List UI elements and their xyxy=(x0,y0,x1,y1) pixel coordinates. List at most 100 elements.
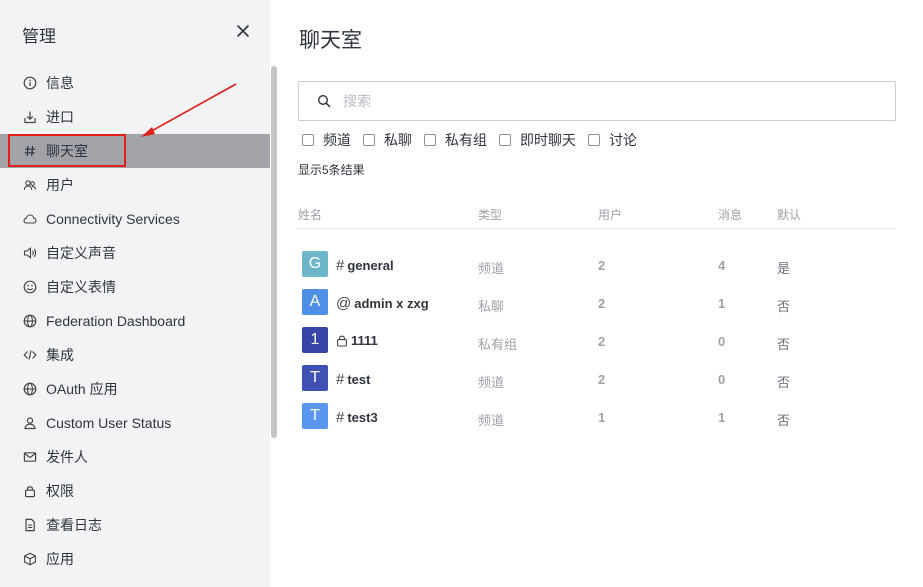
lock-icon xyxy=(23,484,37,498)
sidebar-item-apps[interactable]: 应用 xyxy=(0,542,270,576)
room-type: 私有组 xyxy=(478,337,518,352)
room-name: @ admin x zxg xyxy=(336,295,429,312)
sidebar-item-import[interactable]: 进口 xyxy=(0,100,270,134)
room-name-text: general xyxy=(347,258,394,273)
globe-icon xyxy=(23,382,37,396)
table-row[interactable]: T # test3 频道 1 1 否 xyxy=(298,399,896,437)
sidebar-item-label: 权限 xyxy=(46,483,74,499)
sidebar-item-oauth-apps[interactable]: OAuth 应用 xyxy=(0,372,270,406)
lock-icon xyxy=(336,334,348,347)
table-row[interactable]: A @ admin x zxg 私聊 2 1 否 xyxy=(298,285,896,323)
table-row[interactable]: 1 1111 私有组 2 0 否 xyxy=(298,323,896,361)
sidebar-item-label: 自定义表情 xyxy=(46,279,116,295)
room-name-text: 1111 xyxy=(351,333,378,348)
filter-label: 即时聊天 xyxy=(520,132,576,148)
sidebar-item-users[interactable]: 用户 xyxy=(0,168,270,202)
room-messages: 0 xyxy=(718,334,726,349)
hashtag-icon: # xyxy=(336,409,345,426)
sidebar-menu: 信息 进口 聊天室 用户 Connectivity Services 自定义声音… xyxy=(0,66,270,576)
main-content: 聊天室 频道 私聊 私有组 即时聊天 讨论 显示5条结果 姓名 类型 用户 消息… xyxy=(278,0,923,587)
room-type: 频道 xyxy=(478,375,505,390)
filter-private-groups[interactable]: 私有组 xyxy=(424,130,487,150)
column-header-users[interactable]: 用户 xyxy=(598,206,622,223)
room-default: 否 xyxy=(777,375,791,390)
result-count: 显示5条结果 xyxy=(298,163,365,177)
room-messages: 0 xyxy=(718,372,726,387)
room-name: # test3 xyxy=(336,409,378,426)
room-users: 1 xyxy=(598,410,606,425)
room-default: 是 xyxy=(777,261,791,276)
avatar: 1 xyxy=(302,327,328,353)
checkbox[interactable] xyxy=(363,134,375,146)
filter-discussions[interactable]: 讨论 xyxy=(588,130,637,150)
sidebar-item-custom-user-status[interactable]: Custom User Status xyxy=(0,406,270,440)
filter-omnichannel[interactable]: 即时聊天 xyxy=(499,130,576,150)
checkbox[interactable] xyxy=(302,134,314,146)
avatar: T xyxy=(302,403,328,429)
users-icon xyxy=(23,178,37,192)
checkbox[interactable] xyxy=(499,134,511,146)
sidebar-item-integrations[interactable]: 集成 xyxy=(0,338,270,372)
sidebar-item-view-logs[interactable]: 查看日志 xyxy=(0,508,270,542)
avatar: T xyxy=(302,365,328,391)
info-icon xyxy=(23,76,37,90)
code-icon xyxy=(23,348,37,362)
room-default: 否 xyxy=(777,337,791,352)
checkbox[interactable] xyxy=(588,134,600,146)
admin-sidebar: 管理 信息 进口 聊天室 用户 Connectivity Services 自定… xyxy=(0,0,278,587)
room-type-filters: 频道 私聊 私有组 即时聊天 讨论 xyxy=(302,130,649,150)
hashtag-icon: # xyxy=(336,371,345,388)
room-type: 频道 xyxy=(478,413,505,428)
room-users: 2 xyxy=(598,258,606,273)
room-messages: 1 xyxy=(718,296,726,311)
filter-label: 私有组 xyxy=(445,132,487,148)
table-body: G # general 频道 2 4 是 A @ admin x zxg 私聊 … xyxy=(298,247,896,437)
sidebar-item-label: Federation Dashboard xyxy=(46,313,186,329)
sidebar-item-rooms[interactable]: 聊天室 xyxy=(0,134,270,168)
sidebar-item-label: Connectivity Services xyxy=(46,211,180,227)
sidebar-item-connectivity-services[interactable]: Connectivity Services xyxy=(0,202,270,236)
column-header-name[interactable]: 姓名 xyxy=(298,206,322,223)
sidebar-item-label: OAuth 应用 xyxy=(46,381,118,397)
column-header-type[interactable]: 类型 xyxy=(478,206,502,223)
document-icon xyxy=(23,518,37,532)
emoji-icon xyxy=(23,280,37,294)
globe-icon xyxy=(23,314,37,328)
sidebar-item-label: 用户 xyxy=(46,177,74,193)
sidebar-item-custom-emoji[interactable]: 自定义表情 xyxy=(0,270,270,304)
room-type: 频道 xyxy=(478,261,505,276)
sidebar-item-federation-dashboard[interactable]: Federation Dashboard xyxy=(0,304,270,338)
checkbox[interactable] xyxy=(424,134,436,146)
sidebar-item-mailer[interactable]: 发件人 xyxy=(0,440,270,474)
hashtag-icon: # xyxy=(336,257,345,274)
room-name: # test xyxy=(336,371,370,388)
sidebar-item-label: 查看日志 xyxy=(46,517,102,533)
column-header-messages[interactable]: 消息 xyxy=(718,206,742,223)
search-box[interactable] xyxy=(298,81,896,121)
table-header: 姓名 类型 用户 消息 默认 xyxy=(298,200,896,229)
sidebar-item-custom-sounds[interactable]: 自定义声音 xyxy=(0,236,270,270)
search-input[interactable] xyxy=(343,93,843,109)
room-name-text: test xyxy=(347,372,371,387)
hashtag-icon xyxy=(23,144,37,158)
close-icon[interactable] xyxy=(234,22,252,40)
sidebar-item-info[interactable]: 信息 xyxy=(0,66,270,100)
sound-icon xyxy=(23,246,37,260)
column-header-default[interactable]: 默认 xyxy=(777,206,801,223)
search-icon xyxy=(317,94,331,108)
table-row[interactable]: G # general 频道 2 4 是 xyxy=(298,247,896,285)
sidebar-header: 管理 xyxy=(0,0,270,64)
room-name: # general xyxy=(336,257,394,274)
room-users: 2 xyxy=(598,372,606,387)
filter-label: 频道 xyxy=(323,132,351,148)
filter-channels[interactable]: 频道 xyxy=(302,130,351,150)
room-users: 2 xyxy=(598,296,606,311)
room-name: 1111 xyxy=(336,333,378,348)
sidebar-item-label: 信息 xyxy=(46,75,74,91)
user-status-icon xyxy=(23,416,37,430)
sidebar-item-permissions[interactable]: 权限 xyxy=(0,474,270,508)
filter-direct[interactable]: 私聊 xyxy=(363,130,412,150)
sidebar-item-label: Custom User Status xyxy=(46,415,172,431)
table-row[interactable]: T # test 频道 2 0 否 xyxy=(298,361,896,399)
sidebar-scrollbar[interactable] xyxy=(271,66,277,438)
